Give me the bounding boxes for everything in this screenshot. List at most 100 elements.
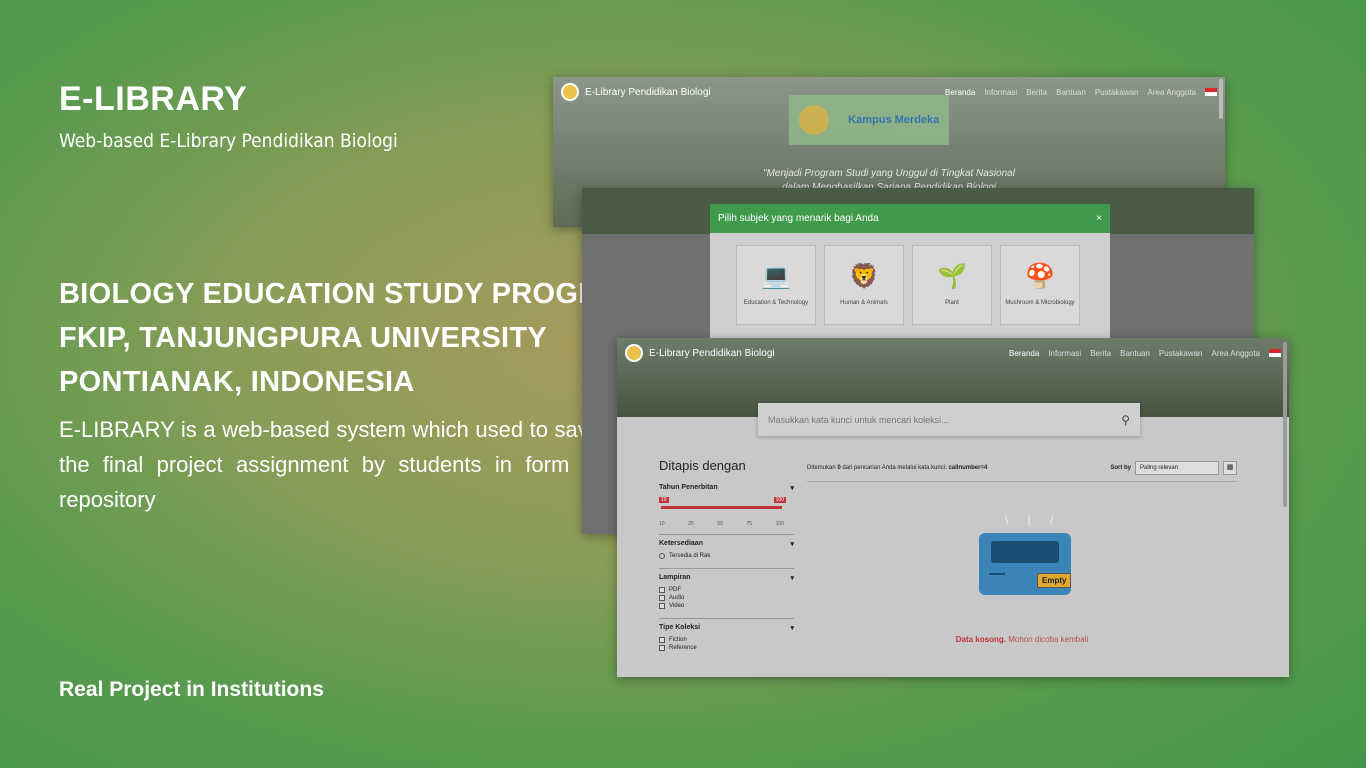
sort-control: Sort by Paling relevan ▦ [1110,461,1237,475]
results-bar: Ditemukan 0 dari pencarian Anda melalui … [807,461,1237,482]
footer-note: Real Project in Institutions [59,678,324,701]
scrollbar[interactable] [1283,342,1287,507]
flag-icon[interactable] [1205,87,1217,96]
option-tersedia[interactable]: Tersedia di Rak [659,553,794,559]
program-line-2: FKIP, TANJUNGPURA UNIVERSITY [59,322,548,354]
logo-icon [561,83,579,101]
tagline-line-1: "Menjadi Program Studi yang Unggul di Ti… [763,168,1015,179]
nav-area-anggota[interactable]: Area Anggota [1212,349,1260,358]
checkbox[interactable] [659,645,665,651]
search-results-screenshot: E-Library Pendidikan Biologi Beranda Inf… [617,338,1289,677]
search-icon[interactable]: ⚲ [1121,413,1130,427]
nav-berita[interactable]: Berita [1090,349,1111,358]
nav-bantuan[interactable]: Bantuan [1120,349,1150,358]
slider-ticks: 10 25 50 75 100 [659,521,794,527]
nav-area-anggota[interactable]: Area Anggota [1148,88,1196,97]
subject-label: Mushroom & Microbiology [1005,300,1075,306]
program-line-1: BIOLOGY EDUCATION STUDY PROGRAM [59,278,646,310]
empty-rest: Mohon dicoba kembali [1008,635,1089,644]
option-label: Reference [669,645,697,651]
option-audio[interactable]: Audio [659,595,794,601]
empty-message: Data kosong. Mohon dicoba kembali [807,635,1237,644]
option-reference[interactable]: Reference [659,645,794,651]
caret-down-icon[interactable]: ▾ [790,484,794,492]
nav-pustakawan[interactable]: Pustakawan [1095,88,1139,97]
nav-informasi[interactable]: Informasi [984,88,1017,97]
results-prefix: Ditemukan [807,465,836,471]
tray-line [989,573,1005,575]
tick: 100 [775,521,784,527]
subject-label: Human & Animals [840,300,888,306]
subject-grid: 💻 Education & Technology 🦁 Human & Anima… [710,233,1110,337]
subject-plant[interactable]: 🌱 Plant [912,245,992,325]
filter-panel: Ditapis dengan Tahun Penerbitan ▾ 10 100 … [659,458,794,660]
search-input[interactable]: Masukkan kata kunci untuk mencari koleks… [758,403,1140,436]
slider-min: 10 [659,497,669,503]
subject-mushroom-microbiology[interactable]: 🍄 Mushroom & Microbiology [1000,245,1080,325]
option-label: Audio [669,595,685,601]
results-summary: Ditemukan 0 dari pencarian Anda melalui … [807,465,987,471]
nav-pustakawan[interactable]: Pustakawan [1159,349,1203,358]
sort-select[interactable]: Paling relevan [1135,461,1219,475]
laptop-icon: 💻 [761,263,791,290]
mushroom-icon: 🍄 [1025,263,1055,290]
close-icon[interactable]: × [1096,213,1102,224]
filter-lampiran-label: Lampiran [659,574,691,581]
nav-berita[interactable]: Berita [1026,88,1047,97]
subject-label: Education & Technology [743,300,809,306]
caret-down-icon[interactable]: ▾ [790,574,794,582]
flag-icon[interactable] [1269,348,1281,357]
filter-tipe: Tipe Koleksi ▾ Fiction Reference [659,619,794,660]
grid-view-icon[interactable]: ▦ [1223,461,1237,475]
rays-icon: \ | / [1005,513,1062,527]
year-slider[interactable]: 10 100 [659,497,794,517]
filter-ketersediaan-label: Ketersediaan [659,540,703,547]
checkbox[interactable] [659,595,665,601]
filter-ketersediaan: Ketersediaan ▾ Tersedia di Rak [659,535,794,569]
subject-modal: Pilih subjek yang menarik bagi Anda × 💻 … [710,204,1110,339]
filter-tahun-label: Tahun Penerbitan [659,484,718,491]
tick: 75 [746,521,753,527]
brand-name[interactable]: E-Library Pendidikan Biologi [649,348,775,359]
slider-track[interactable] [661,506,782,509]
caret-down-icon[interactable]: ▾ [790,540,794,548]
checkbox[interactable] [659,637,665,643]
checkbox[interactable] [659,603,665,609]
filter-lampiran: Lampiran ▾ PDF Audio Video [659,569,794,619]
subject-education-technology[interactable]: 💻 Education & Technology [736,245,816,325]
filter-tipe-label: Tipe Koleksi [659,624,701,631]
nav-bantuan[interactable]: Bantuan [1056,88,1086,97]
hero-title: E-LIBRARY [59,80,248,118]
modal-title: Pilih subjek yang menarik bagi Anda [718,213,879,224]
empty-bold: Data kosong. [955,635,1006,644]
program-line-3: PONTIANAK, INDONESIA [59,366,415,398]
sprout-icon: 🌱 [937,263,967,290]
kampus-merdeka-logo: Kampus Merdeka [848,114,940,126]
tick: 10 [659,521,665,527]
caret-down-icon[interactable]: ▾ [790,624,794,632]
option-fiction[interactable]: Fiction [659,637,794,643]
nav-menu: Beranda Informasi Berita Bantuan Pustaka… [1009,348,1281,358]
nav-informasi[interactable]: Informasi [1048,349,1081,358]
nav-beranda[interactable]: Beranda [1009,349,1039,358]
university-seal-icon [798,105,829,135]
subject-human-animals[interactable]: 🦁 Human & Animals [824,245,904,325]
option-label: Tersedia di Rak [669,553,711,559]
checkbox[interactable] [659,587,665,593]
results-mid: dari pencarian Anda melalui kata kunci: [842,465,947,471]
option-label: Video [669,603,685,609]
search-placeholder: Masukkan kata kunci untuk mencari koleks… [768,414,949,425]
navbar: E-Library Pendidikan Biologi Beranda Inf… [617,338,1289,368]
option-video[interactable]: Video [659,603,794,609]
brand-name[interactable]: E-Library Pendidikan Biologi [585,87,711,98]
radio[interactable] [659,553,665,559]
nav-beranda[interactable]: Beranda [945,88,975,97]
scrollbar[interactable] [1219,79,1223,119]
lion-icon: 🦁 [849,263,879,290]
slider-max: 100 [773,497,786,503]
option-pdf[interactable]: PDF [659,587,794,593]
tick: 50 [717,521,723,527]
empty-tag: Empty [1037,573,1072,588]
empty-tray-illustration: \ | / Empty [977,513,1077,603]
tick: 25 [688,521,694,527]
